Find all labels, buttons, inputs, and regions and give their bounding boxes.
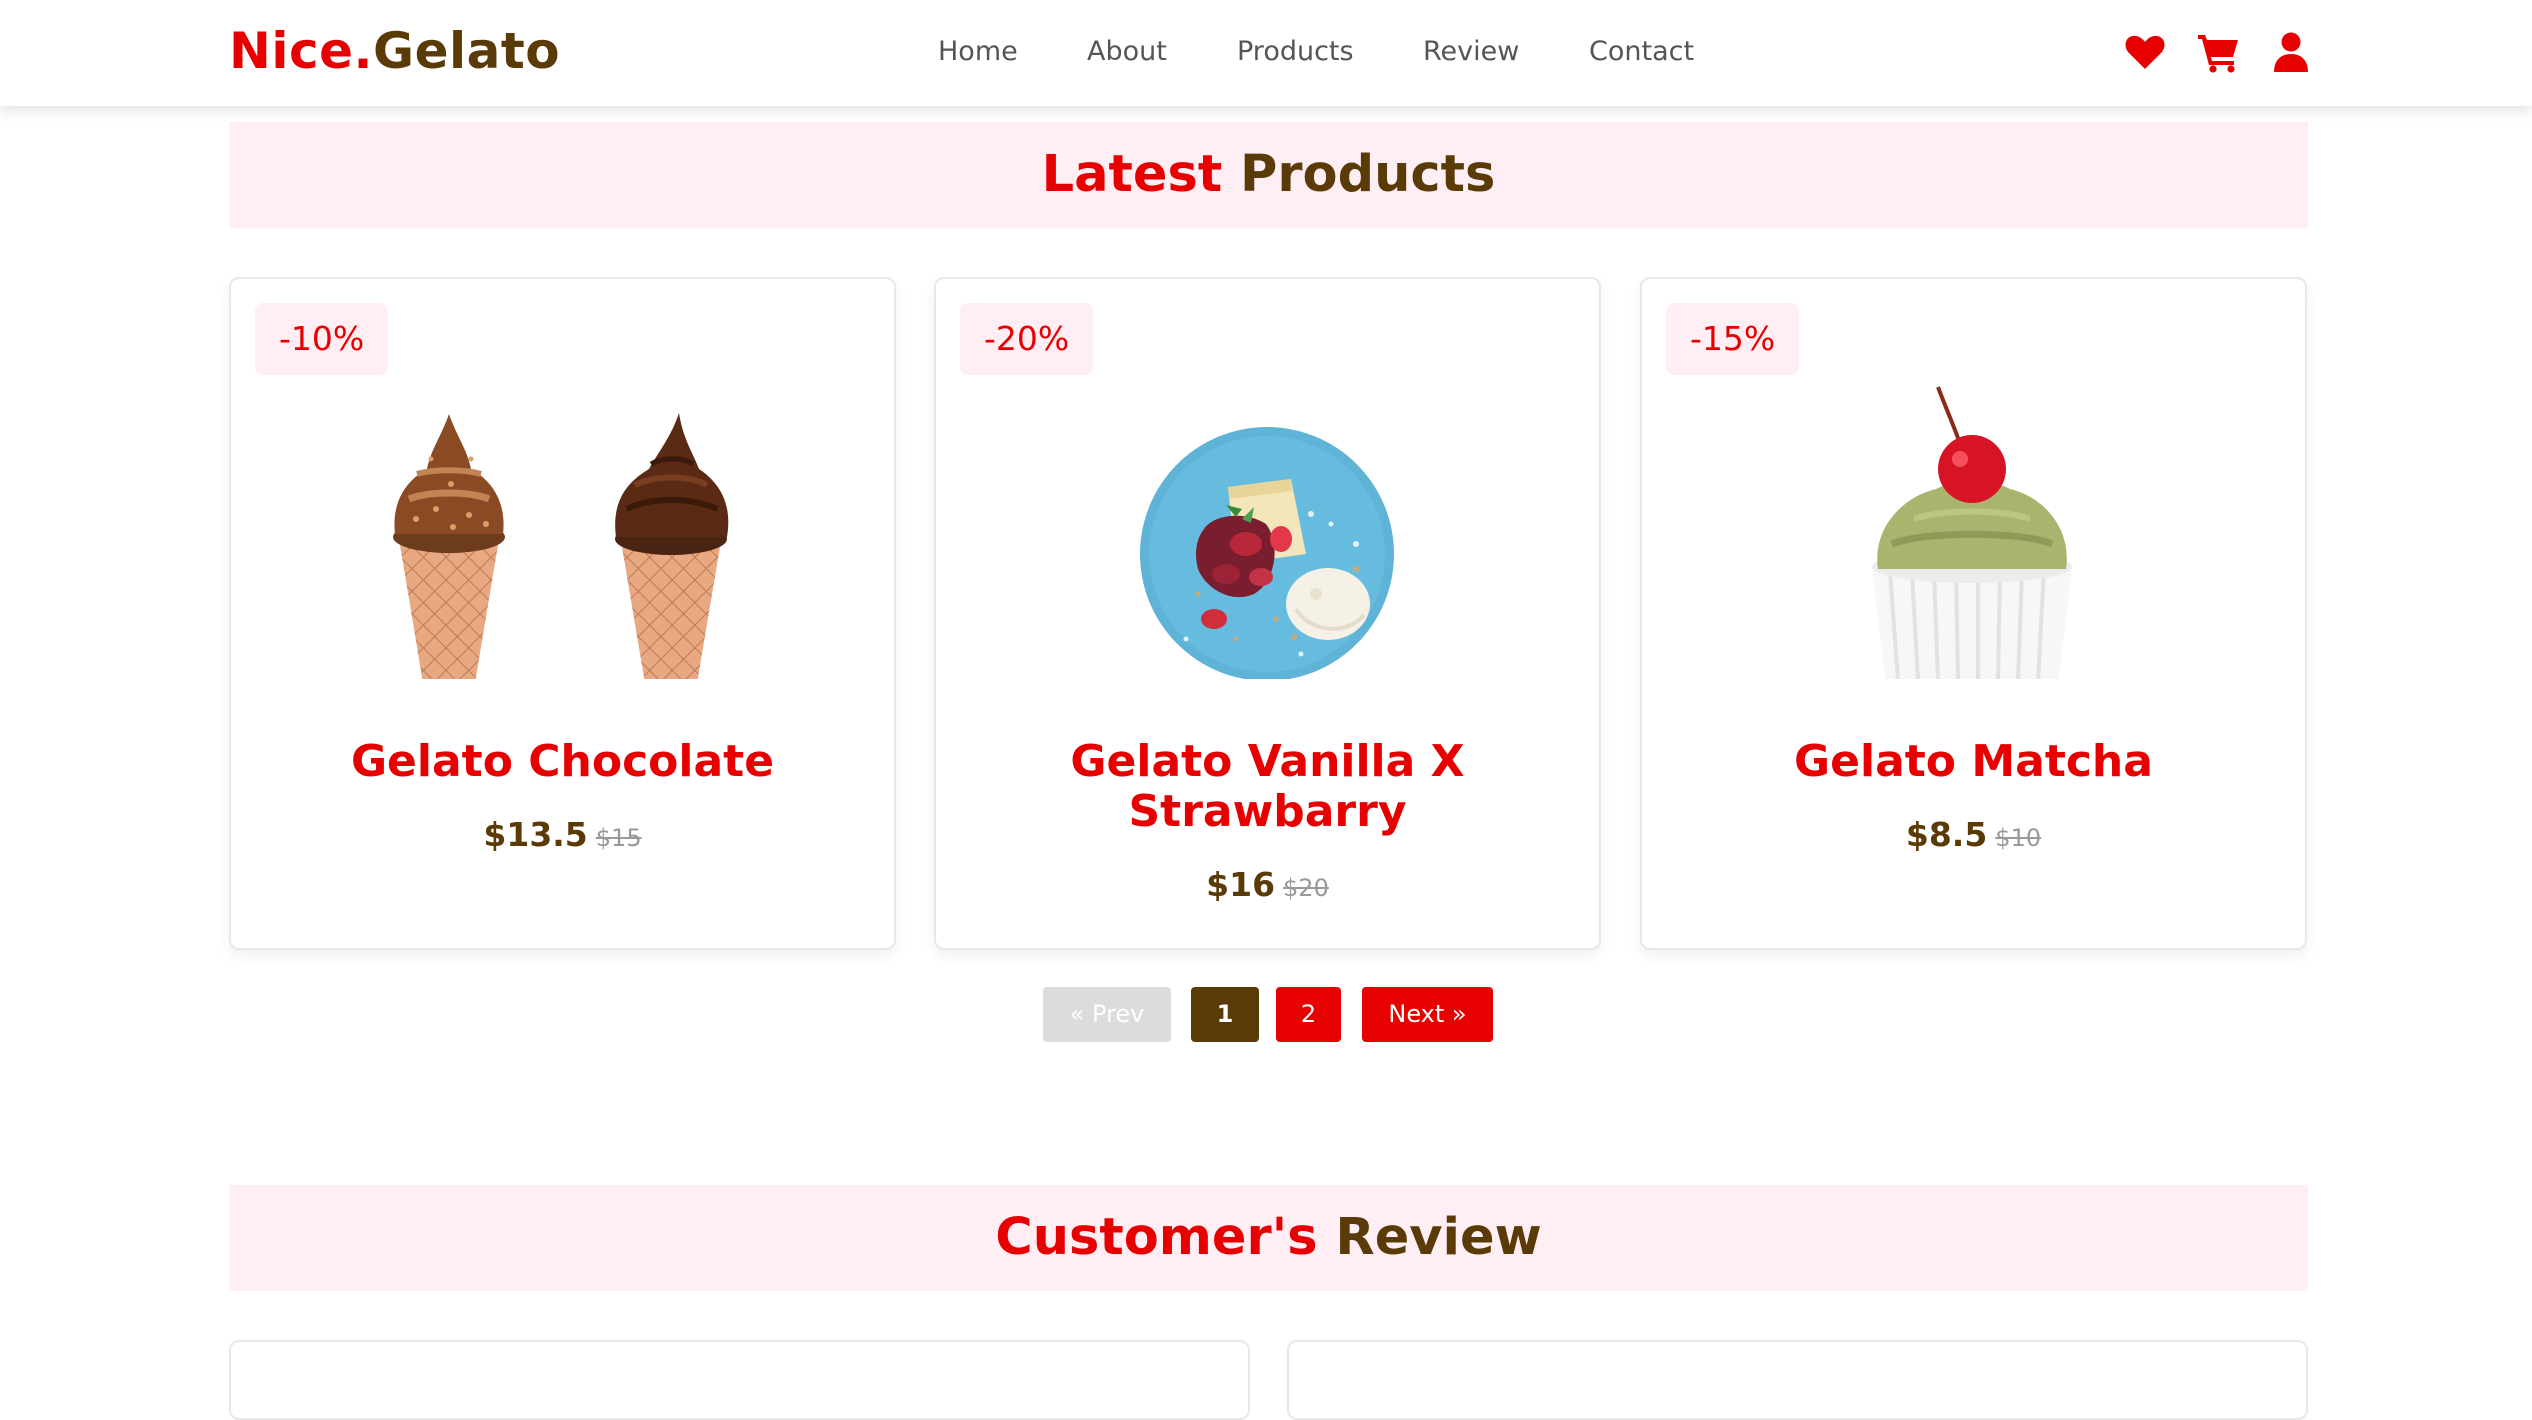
product-card-chocolate[interactable]: -10% Gelato Chocolate $13.5 $15 (229, 277, 896, 950)
discount-badge: -20% (960, 303, 1094, 375)
products-heading: Latest Products (229, 122, 2308, 228)
site-header: Nice.Gelato Home About Products Review C… (0, 0, 2532, 106)
heading-word-1: Latest (1041, 145, 1223, 204)
product-price: $16 $20 (936, 865, 1599, 904)
product-name[interactable]: Gelato Matcha (1682, 737, 2265, 787)
next-page-button[interactable]: Next » (1362, 987, 1493, 1042)
current-price: $8.5 (1905, 815, 1988, 854)
old-price: $10 (1995, 824, 2042, 852)
current-price: $16 (1206, 865, 1276, 904)
discount-badge: -10% (255, 303, 389, 375)
review-heading: Customer's Review (229, 1185, 2308, 1291)
product-name[interactable]: Gelato Chocolate (271, 737, 854, 787)
review-card (229, 1340, 1250, 1420)
page-1-button[interactable]: 1 (1191, 987, 1259, 1042)
heading-word-2: Products (1240, 145, 1496, 204)
discount-badge: -15% (1666, 303, 1800, 375)
heading-word-2: Review (1335, 1208, 1542, 1267)
pagination: « Prev 1 2 Next » (0, 987, 2532, 1042)
heart-icon[interactable] (2123, 30, 2167, 74)
product-name[interactable]: Gelato Vanilla X Strawbarry (976, 737, 1559, 837)
product-card-vanilla-strawberry[interactable]: -20% Gelato Vanilla X Strawbarry $16 $20 (934, 277, 1601, 950)
old-price: $15 (595, 824, 642, 852)
heading-word-1: Customer's (995, 1208, 1318, 1267)
review-card (1287, 1340, 2308, 1420)
old-price: $20 (1283, 874, 1329, 902)
review-heading-band: Customer's Review (229, 1185, 2308, 1291)
product-card-matcha[interactable]: -15% Gelato Matcha $8.5 $10 (1640, 277, 2307, 950)
product-price: $13.5 $15 (231, 815, 894, 854)
products-heading-band: Latest Products (229, 122, 2308, 228)
prev-page-button[interactable]: « Prev (1043, 987, 1171, 1042)
user-icon[interactable] (2269, 30, 2313, 74)
page-2-button[interactable]: 2 (1276, 987, 1341, 1042)
current-price: $13.5 (483, 815, 588, 854)
header-icons (0, 30, 2532, 74)
cart-icon[interactable] (2196, 30, 2240, 74)
product-price: $8.5 $10 (1642, 815, 2305, 854)
